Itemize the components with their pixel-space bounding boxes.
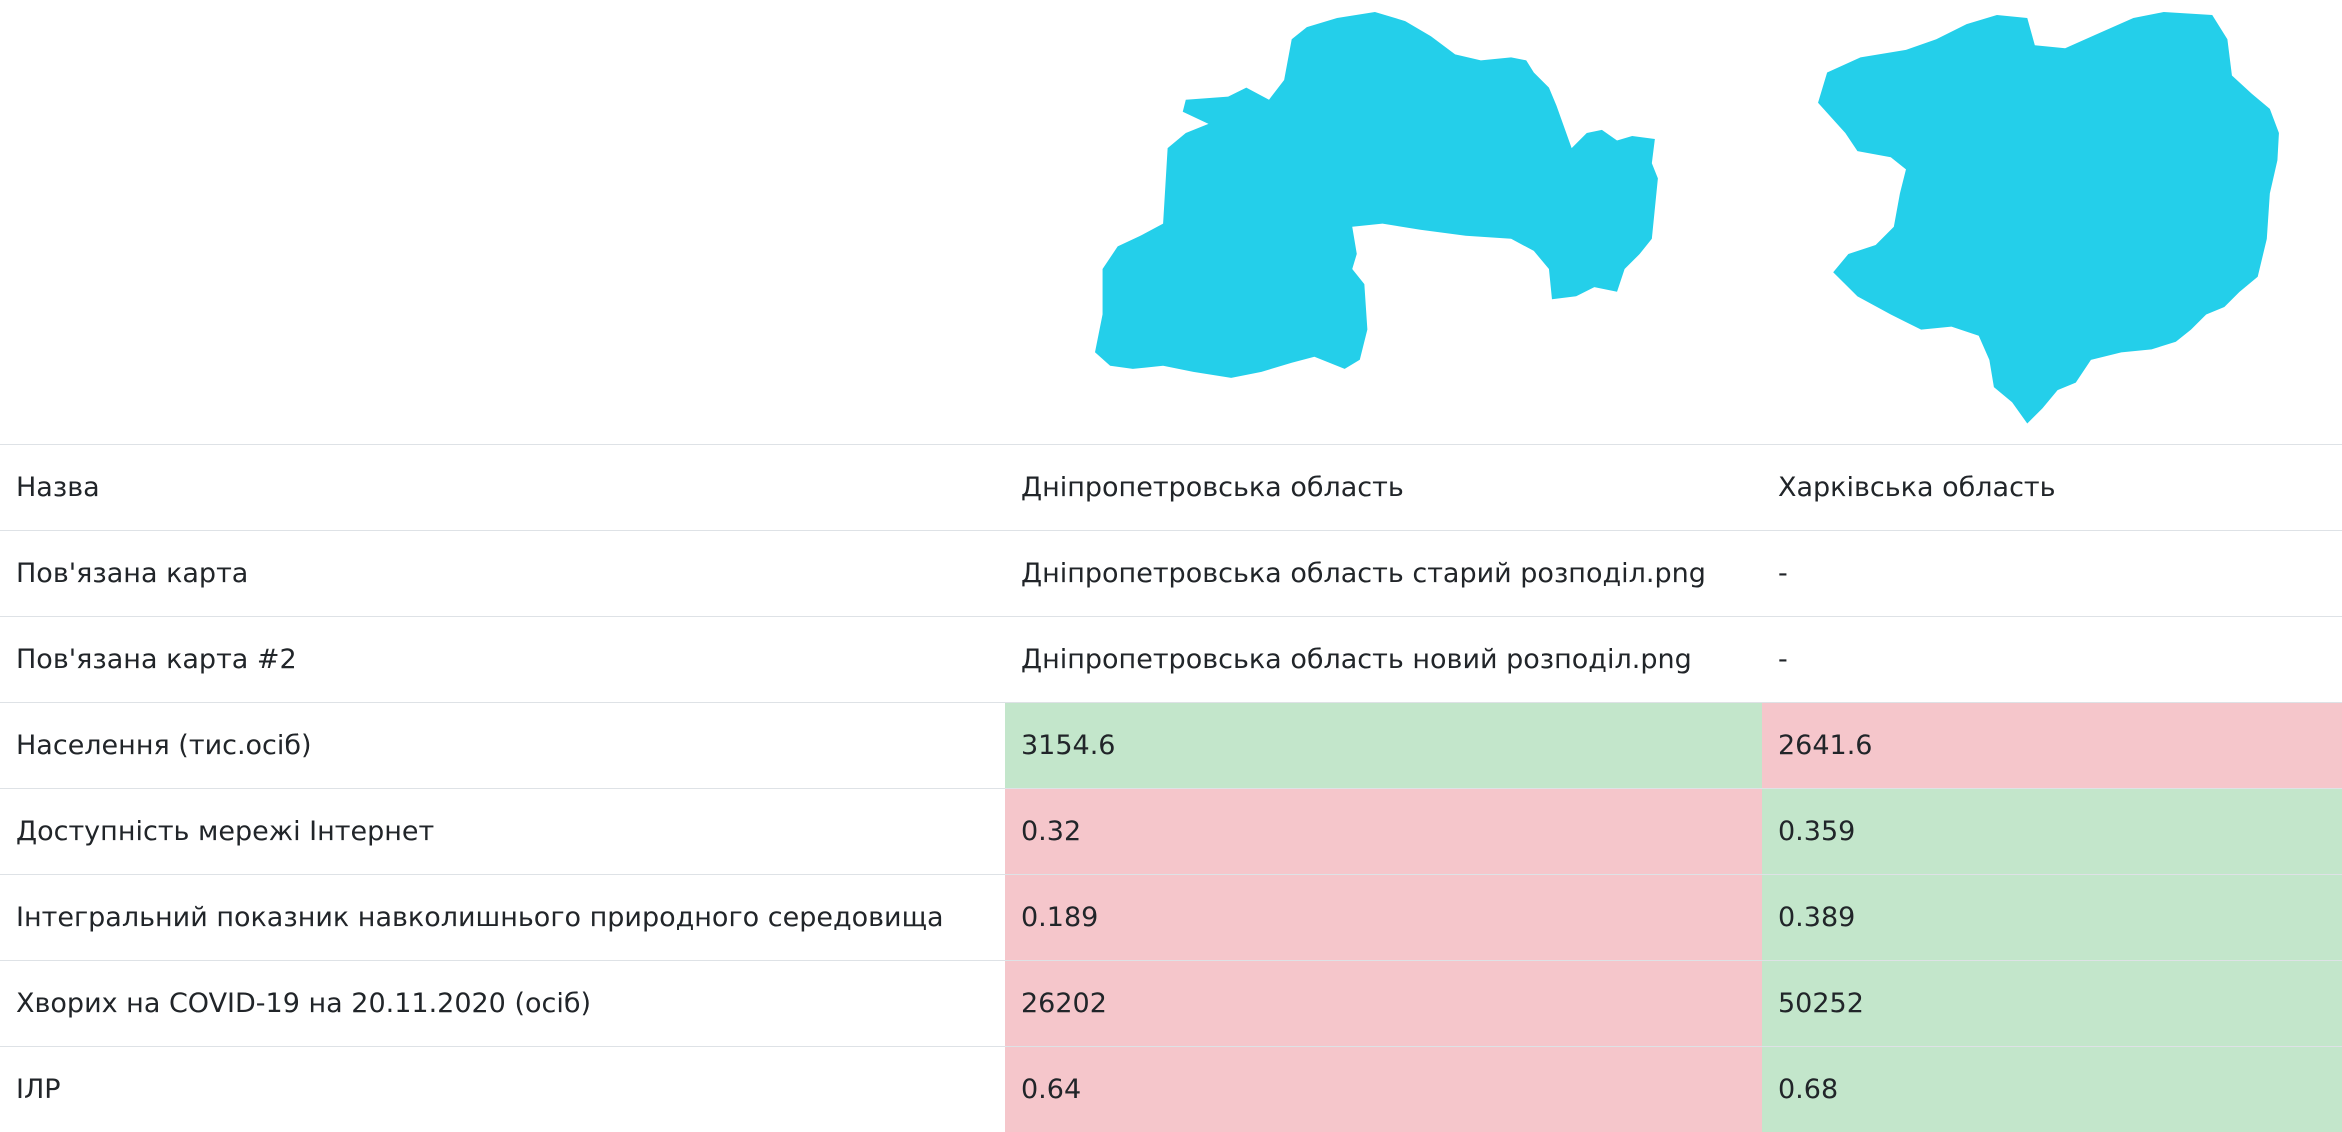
table-row: Пов'язана карта #2Дніпропетровська облас… — [0, 617, 2342, 703]
kharkiv-value: 2641.6 — [1762, 703, 2342, 789]
table-row: НазваДніпропетровська областьХарківська … — [0, 445, 2342, 531]
dnipropetrovsk-oblast-shape — [1095, 12, 1658, 378]
dnipropetrovsk-value: Дніпропетровська область старий розподіл… — [1005, 531, 1762, 617]
region-maps — [0, 0, 2342, 444]
table-row: Інтегральний показник навколишнього прир… — [0, 875, 2342, 961]
dnipropetrovsk-oblast-map-icon — [1095, 12, 1670, 390]
row-label: Населення (тис.осіб) — [0, 703, 1005, 789]
kharkiv-value: 0.359 — [1762, 789, 2342, 875]
row-label: Пов'язана карта #2 — [0, 617, 1005, 703]
kharkiv-value: 0.389 — [1762, 875, 2342, 961]
row-label: Доступність мережі Інтернет — [0, 789, 1005, 875]
row-label: Хворих на COVID-19 на 20.11.2020 (осіб) — [0, 961, 1005, 1047]
row-label: Інтегральний показник навколишнього прир… — [0, 875, 1005, 961]
table-row: ІЛР0.640.68 — [0, 1047, 2342, 1132]
table-row: Пов'язана картаДніпропетровська область … — [0, 531, 2342, 617]
kharkiv-oblast-map-icon — [1815, 12, 2285, 428]
row-label: Назва — [0, 445, 1005, 531]
kharkiv-value: 50252 — [1762, 961, 2342, 1047]
dnipropetrovsk-value: 3154.6 — [1005, 703, 1762, 789]
kharkiv-value: 0.68 — [1762, 1047, 2342, 1132]
table-row: Доступність мережі Інтернет0.320.359 — [0, 789, 2342, 875]
table-row: Населення (тис.осіб)3154.62641.6 — [0, 703, 2342, 789]
table-row: Хворих на COVID-19 на 20.11.2020 (осіб)2… — [0, 961, 2342, 1047]
comparison-table: НазваДніпропетровська областьХарківська … — [0, 444, 2342, 1132]
dnipropetrovsk-value: Дніпропетровська область новий розподіл.… — [1005, 617, 1762, 703]
row-label: Пов'язана карта — [0, 531, 1005, 617]
dnipropetrovsk-value: Дніпропетровська область — [1005, 445, 1762, 531]
dnipropetrovsk-value: 0.189 — [1005, 875, 1762, 961]
kharkiv-value: - — [1762, 531, 2342, 617]
row-label: ІЛР — [0, 1047, 1005, 1132]
dnipropetrovsk-value: 0.32 — [1005, 789, 1762, 875]
dnipropetrovsk-value: 0.64 — [1005, 1047, 1762, 1132]
kharkiv-oblast-shape — [1818, 12, 2279, 423]
dnipropetrovsk-value: 26202 — [1005, 961, 1762, 1047]
kharkiv-value: Харківська область — [1762, 445, 2342, 531]
kharkiv-value: - — [1762, 617, 2342, 703]
